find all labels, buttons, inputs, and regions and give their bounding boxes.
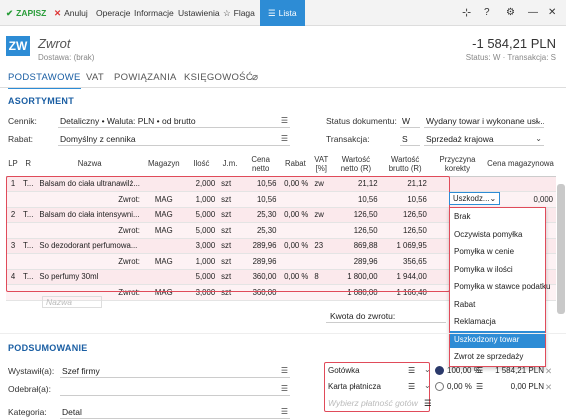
refund-label: Kwota do zwrotu: — [330, 311, 396, 321]
col-vat[interactable]: VAT [%] — [311, 152, 332, 177]
tab-relations[interactable]: POWIĄZANIA — [114, 72, 177, 83]
refund-underline — [326, 322, 446, 323]
document-subtitle: Dostawa: (brak) — [38, 53, 95, 62]
transaction-code[interactable]: S — [400, 133, 420, 146]
tab-vat[interactable]: VAT — [86, 72, 104, 83]
discount-label: Rabat: — [8, 134, 34, 144]
col-qty[interactable]: Ilość — [184, 152, 219, 177]
col-discount[interactable]: Rabat — [279, 152, 312, 177]
check-icon: ✔ — [6, 8, 14, 18]
menu-icon: ☰ — [280, 384, 288, 393]
menu-icon: ☰ — [408, 366, 416, 375]
remove-payment-icon[interactable]: ✕ — [545, 382, 552, 393]
list-icon: ☰ — [268, 8, 276, 18]
col-name[interactable]: Nazwa — [36, 152, 143, 177]
menu-icon: ☰ — [408, 382, 416, 391]
reason-option[interactable]: Rabat — [450, 296, 545, 314]
reason-option[interactable]: Brak — [450, 208, 545, 226]
reason-option[interactable]: Zwrot ze sprzedaży — [450, 348, 545, 366]
menu-icon: ☰ — [476, 382, 484, 391]
discount-field[interactable]: Domyślny z cennika ☰ — [58, 133, 290, 146]
payment-row-card[interactable]: Karta płatnicza ☰ ⌄ 0,00 % ☰ 0,00 PLN — [328, 380, 548, 395]
col-warehouse-price[interactable]: Cena magazynowa — [485, 152, 556, 177]
new-item-name-input[interactable]: Nazwa — [42, 296, 102, 308]
add-user-icon[interactable]: ⊹ — [462, 0, 471, 26]
col-warehouse[interactable]: Magazyn — [142, 152, 185, 177]
assortment-section-title: ASORTYMENT — [8, 96, 74, 106]
reason-dropdown: Brak Oczywista pomyłka Pomyłka w cenie Pomy… — [449, 207, 551, 367]
toolbar: ✔ ZAPISZ ✕ Anuluj Operacje Informacje Usta… — [0, 0, 566, 26]
operations-menu[interactable]: Operacje — [96, 0, 131, 26]
document-type-badge: ZW — [6, 36, 30, 56]
radio-selected[interactable] — [435, 366, 444, 375]
reason-option[interactable]: Pomyłka w stawce podatku — [450, 278, 551, 296]
category-label: Kategoria: — [8, 407, 47, 417]
summary-section-title: PODSUMOWANIE — [8, 343, 88, 353]
doc-status-select[interactable]: Wydany towar i wykonane usł... ⌄ — [424, 115, 544, 128]
reason-option[interactable]: Pomyłka w ilości — [450, 261, 545, 279]
col-net-price[interactable]: Cena netto — [241, 152, 280, 177]
table-header: LP R Nazwa Magazyn Ilość J.m. Cena netto… — [6, 152, 556, 177]
issued-by-label: Wystawił(a): — [8, 366, 55, 376]
transaction-label: Transakcja: — [326, 134, 370, 144]
price-list-label: Cennik: — [8, 116, 37, 126]
total-amount: -1 584,21 PLN — [472, 36, 556, 51]
received-by-field[interactable]: ☰ — [60, 383, 290, 396]
status-line: Status: W · Transakcja: S — [465, 53, 556, 62]
chevron-down-icon: ⌄ — [424, 381, 431, 390]
menu-icon: ☰ — [280, 134, 288, 143]
doc-status-label: Status dokumentu: — [326, 116, 397, 126]
help-icon[interactable]: ? — [484, 0, 490, 26]
tab-divider — [0, 87, 566, 88]
col-reason[interactable]: Przyczyna korekty — [429, 152, 486, 177]
settings-menu[interactable]: Ustawienia — [178, 0, 220, 26]
close-window-icon[interactable]: ✕ — [548, 0, 556, 26]
list-button[interactable]: ☰ Lista — [260, 0, 305, 26]
gear-icon[interactable]: ⚙ — [506, 0, 515, 26]
col-net-value[interactable]: Wartość netto (R) — [331, 152, 381, 177]
summary-divider — [0, 333, 566, 334]
cell-whprice[interactable] — [485, 176, 556, 192]
document-title: Zwrot — [38, 36, 71, 51]
attachment-icon[interactable]: ⌀ — [252, 72, 258, 83]
transaction-select[interactable]: Sprzedaż krajowa ⌄ — [424, 133, 544, 146]
col-unit[interactable]: J.m. — [218, 152, 242, 177]
reason-select[interactable]: Uszkodz... ⌄ — [449, 192, 500, 205]
menu-icon: ☰ — [424, 398, 432, 408]
chevron-down-icon: ⌄ — [424, 365, 431, 374]
cancel-button[interactable]: ✕ Anuluj — [54, 0, 88, 26]
col-gross-value[interactable]: Wartość brutto (R) — [380, 152, 430, 177]
col-r[interactable]: R — [19, 152, 37, 177]
info-menu[interactable]: Informacje — [134, 0, 174, 26]
flag-button[interactable]: ☆ Flaga — [223, 0, 255, 26]
menu-icon: ☰ — [280, 366, 288, 375]
star-icon: ☆ — [223, 8, 231, 18]
close-icon: ✕ — [54, 8, 62, 18]
col-lp[interactable]: LP — [6, 152, 20, 177]
payment-select-input[interactable]: Wybierz płatność gotów — [328, 398, 418, 408]
chevron-down-icon: ⌄ — [535, 116, 542, 125]
payment-row-cash[interactable]: Gotówka ☰ ⌄ 100,00 % ☰ 1 584,21 PLN — [328, 364, 548, 379]
issued-by-field[interactable]: Szef firmy ☰ — [60, 365, 290, 378]
doc-status-code[interactable]: W — [400, 115, 420, 128]
menu-icon: ☰ — [476, 366, 484, 375]
menu-icon: ☰ — [280, 407, 288, 416]
tab-accounting[interactable]: KSIĘGOWOŚĆ — [184, 72, 253, 83]
menu-icon: ☰ — [280, 116, 288, 125]
reason-option[interactable]: Pomyłka w cenie — [450, 243, 545, 261]
radio-unselected[interactable] — [435, 382, 444, 391]
vertical-scrollbar[interactable] — [557, 184, 565, 314]
price-list-field[interactable]: Detaliczny • Waluta: PLN • od brutto ☰ — [58, 115, 290, 128]
chevron-down-icon: ⌄ — [535, 134, 542, 143]
save-button[interactable]: ✔ ZAPISZ — [6, 0, 46, 26]
received-by-label: Odebrał(a): — [8, 384, 51, 394]
minimize-icon[interactable]: — — [528, 0, 538, 26]
reason-option[interactable]: Reklamacja — [450, 313, 545, 331]
remove-payment-icon[interactable]: ✕ — [545, 366, 552, 377]
category-field[interactable]: Detal ☰ — [60, 406, 290, 419]
reason-option[interactable]: Oczywista pomyłka — [450, 226, 545, 244]
items-error-frame — [6, 176, 450, 292]
chevron-down-icon: ⌄ — [489, 194, 496, 203]
